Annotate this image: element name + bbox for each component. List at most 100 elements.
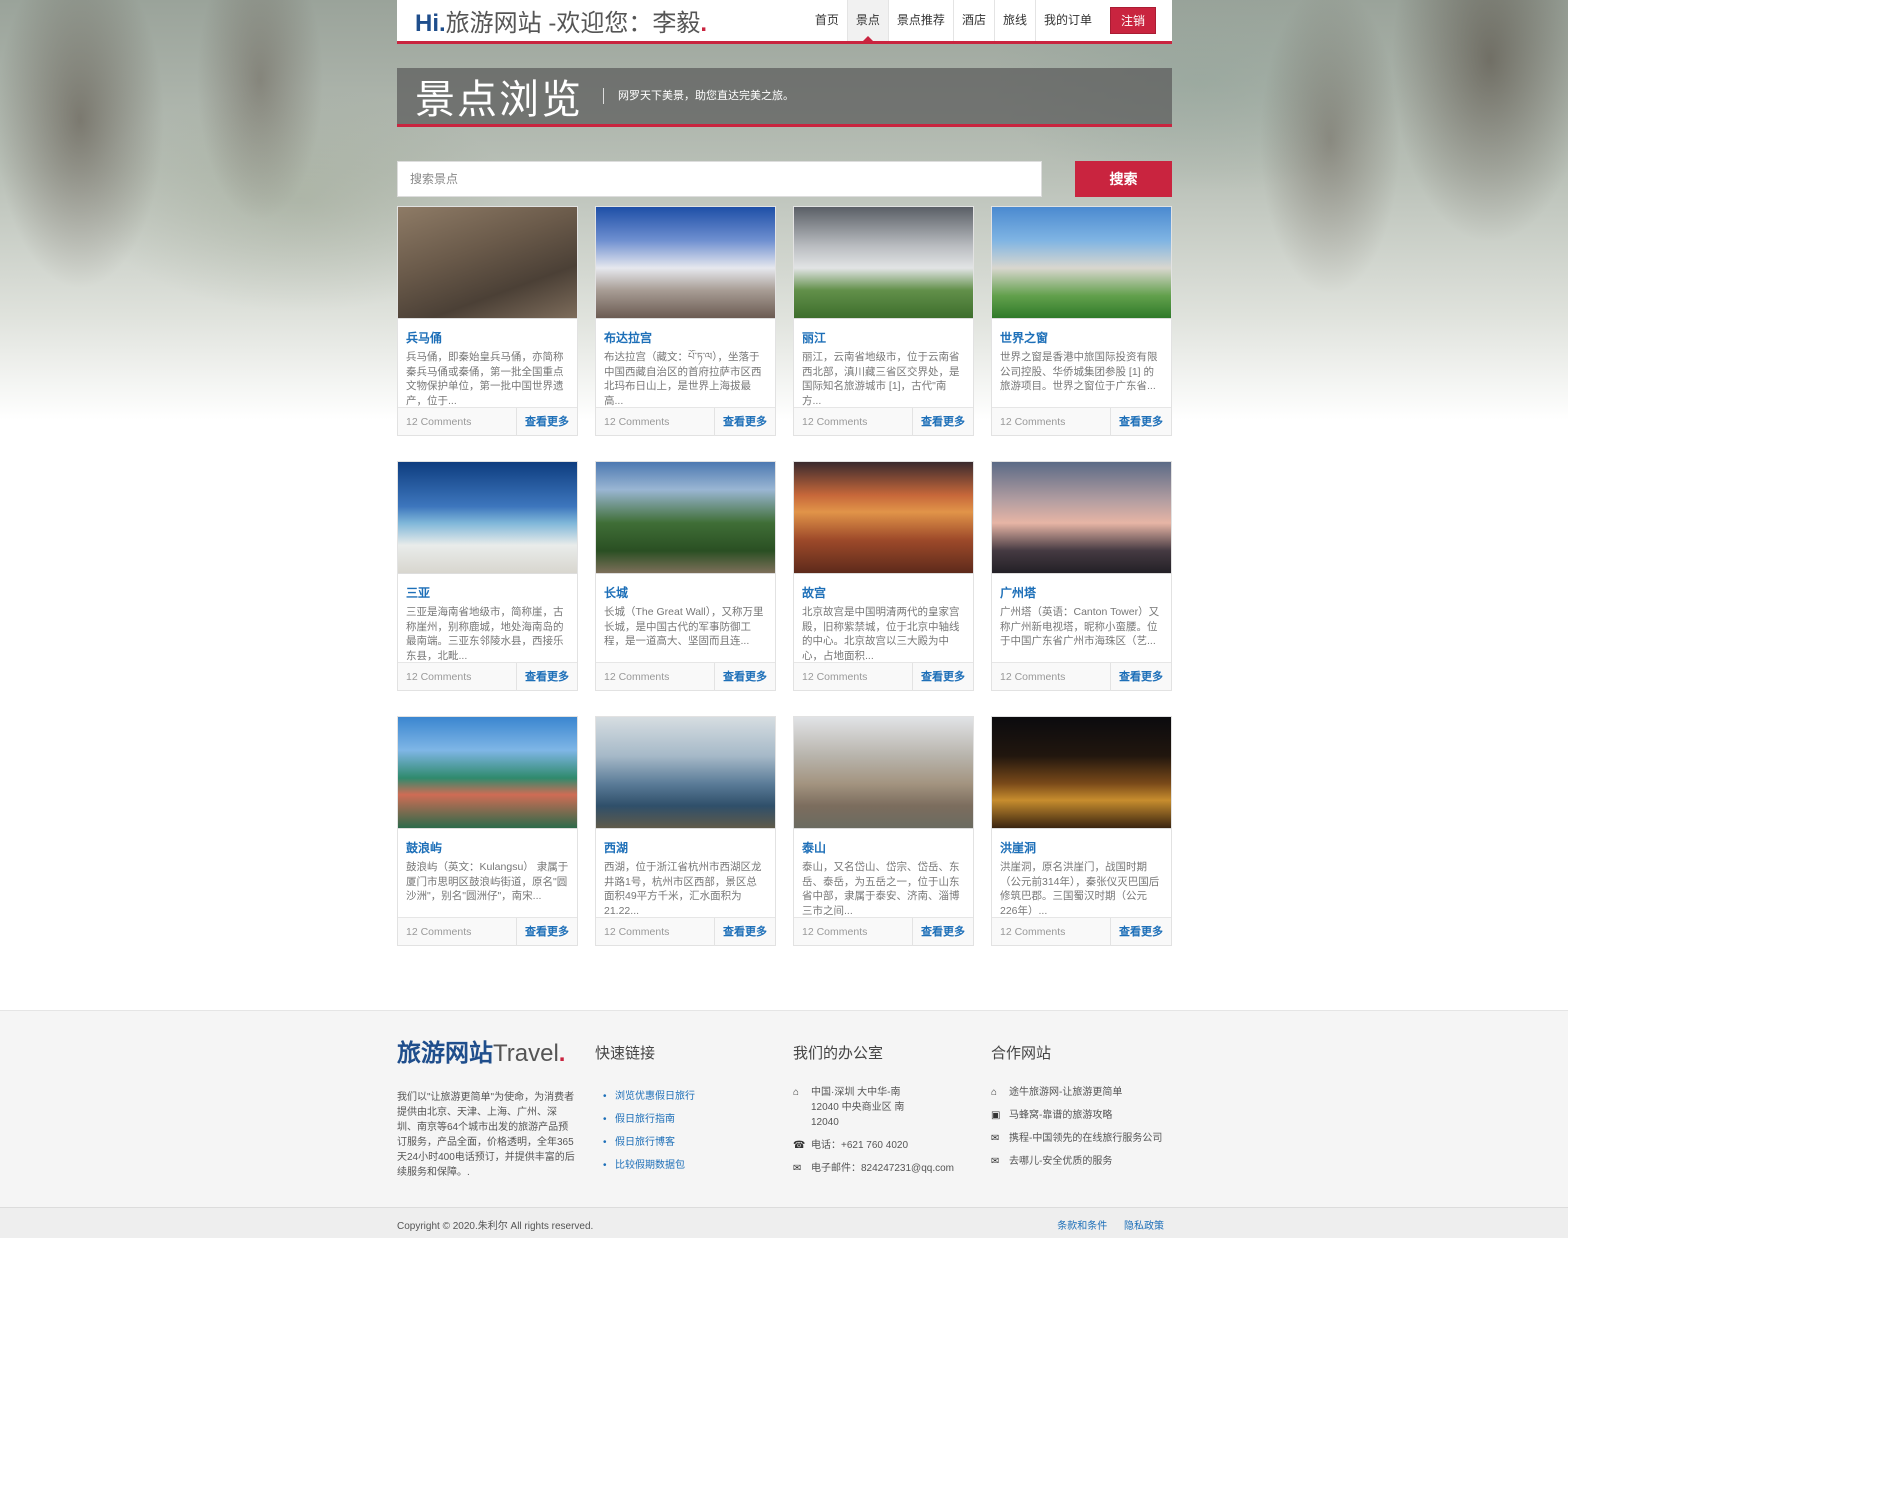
card-title[interactable]: 三亚 (398, 574, 577, 605)
canton-tower-image[interactable] (992, 462, 1171, 574)
partner-link-text[interactable]: 携程-中国领先的在线旅行服务公司 (1009, 1131, 1162, 1146)
comment-count[interactable]: 12 Comments (992, 926, 1065, 938)
comment-count[interactable]: 12 Comments (398, 671, 471, 683)
card-footer: 12 Comments 查看更多 (794, 407, 973, 436)
card-description: 鼓浪屿（英文：Kulangsu） 隶属于厦门市思明区鼓浪屿街道，原名"圆沙洲"，… (406, 861, 569, 902)
partner-link[interactable]: ▣ 马蜂窝-靠谱的旅游攻略 (991, 1108, 1172, 1123)
gulangyu-image[interactable] (398, 717, 577, 829)
comment-count[interactable]: 12 Comments (596, 926, 669, 938)
comment-count[interactable]: 12 Comments (992, 416, 1065, 428)
potala-palace-image[interactable] (596, 207, 775, 319)
privacy-link[interactable]: 隐私政策 (1124, 1221, 1164, 1232)
terracotta-warriors-image[interactable] (398, 207, 577, 319)
card-title[interactable]: 丽江 (794, 319, 973, 350)
view-more-link[interactable]: 查看更多 (912, 407, 973, 436)
office-heading: 我们的办公室 (793, 1045, 884, 1062)
attraction-card: 三亚 三亚是海南省地级市，简称崖，古称崖州，别称鹿城，地处海南岛的最南端。三亚东… (397, 461, 578, 691)
card-footer: 12 Comments 查看更多 (992, 407, 1171, 436)
quick-link[interactable]: 浏览优惠假日旅行 (595, 1085, 793, 1108)
nav-my-orders[interactable]: 我的订单 (1034, 0, 1100, 41)
card-footer: 12 Comments 查看更多 (596, 662, 775, 691)
quick-link[interactable]: 假日旅行指南 (595, 1108, 793, 1131)
office-address: ⌂ 中国·深圳 大中华-南12040 中央商业区 南12040 (793, 1085, 991, 1130)
office-address-text: 中国·深圳 大中华-南12040 中央商业区 南12040 (811, 1087, 905, 1128)
view-more-link[interactable]: 查看更多 (516, 407, 577, 436)
card-title[interactable]: 广州塔 (992, 574, 1171, 605)
view-more-link[interactable]: 查看更多 (516, 662, 577, 691)
card-footer: 12 Comments 查看更多 (992, 917, 1171, 946)
card-title[interactable]: 故宫 (794, 574, 973, 605)
view-more-link[interactable]: 查看更多 (912, 662, 973, 691)
bottom-bar: Copyright © 2020.朱利尔 All rights reserved… (0, 1207, 1568, 1238)
partner-link-text[interactable]: 去哪儿-安全优质的服务 (1009, 1154, 1112, 1169)
card-title[interactable]: 西湖 (596, 829, 775, 860)
nav-home[interactable]: 首页 (807, 0, 847, 41)
card-title[interactable]: 长城 (596, 574, 775, 605)
attraction-card: 布达拉宫 布达拉宫（藏文：པོ་ཏ་ལ），坐落于中国西藏自治区的首府拉萨市区西北… (595, 206, 776, 436)
card-title[interactable]: 泰山 (794, 829, 973, 860)
phone-icon: ☎ (793, 1140, 806, 1151)
site-brand[interactable]: Hi.旅游网站 -欢迎您：李毅. (397, 3, 707, 38)
footer-partners-column: 合作网站 ⌂ 途牛旅游网-让旅游更简单 ▣ 马蜂窝-靠谱的旅游攻略 ✉ 携程-中… (991, 1033, 1172, 1184)
attraction-grid: 兵马俑 兵马俑，即秦始皇兵马俑，亦简称秦兵马俑或秦俑，第一批全国重点文物保护单位… (397, 206, 1172, 946)
great-wall-image[interactable] (596, 462, 775, 574)
comment-count[interactable]: 12 Comments (398, 416, 471, 428)
comment-count[interactable]: 12 Comments (794, 416, 867, 428)
comment-count[interactable]: 12 Comments (794, 671, 867, 683)
card-title[interactable]: 世界之窗 (992, 319, 1171, 350)
attraction-card: 丽江 丽江，云南省地级市，位于云南省西北部，滇川藏三省区交界处，是国际知名旅游城… (793, 206, 974, 436)
search-bar: 搜索 (397, 161, 1172, 197)
hongyadong-image[interactable] (992, 717, 1171, 829)
terms-link[interactable]: 条款和条件 (1057, 1221, 1107, 1232)
brand-dot: . (700, 10, 708, 37)
home-icon: ⌂ (991, 1087, 998, 1098)
card-title[interactable]: 布达拉宫 (596, 319, 775, 350)
card-description: 世界之窗是香港中旅国际投资有限公司控股、华侨城集团参股 [1] 的旅游项目。世界… (1000, 351, 1158, 392)
partner-link[interactable]: ✉ 去哪儿-安全优质的服务 (991, 1154, 1172, 1169)
comment-count[interactable]: 12 Comments (596, 416, 669, 428)
partner-link-text[interactable]: 马蜂窝-靠谱的旅游攻略 (1009, 1108, 1112, 1123)
comment-count[interactable]: 12 Comments (794, 926, 867, 938)
view-more-link[interactable]: 查看更多 (516, 917, 577, 946)
forbidden-city-image[interactable] (794, 462, 973, 574)
west-lake-image[interactable] (596, 717, 775, 829)
mount-tai-image[interactable] (794, 717, 973, 829)
card-title[interactable]: 兵马俑 (398, 319, 577, 350)
view-more-link[interactable]: 查看更多 (1110, 407, 1171, 436)
nav-hotels[interactable]: 酒店 (952, 0, 994, 41)
view-more-link[interactable]: 查看更多 (1110, 662, 1171, 691)
card-title[interactable]: 洪崖洞 (992, 829, 1171, 860)
card-footer: 12 Comments 查看更多 (398, 662, 577, 691)
card-footer: 12 Comments 查看更多 (596, 917, 775, 946)
view-more-link[interactable]: 查看更多 (714, 662, 775, 691)
sanya-beach-image[interactable] (398, 462, 577, 574)
partner-link[interactable]: ⌂ 途牛旅游网-让旅游更简单 (991, 1085, 1172, 1100)
page-header: 景点浏览 网罗天下美景，助您直达完美之旅。 (397, 68, 1172, 127)
card-title[interactable]: 鼓浪屿 (398, 829, 577, 860)
partner-link-text[interactable]: 途牛旅游网-让旅游更简单 (1009, 1085, 1122, 1100)
card-footer: 12 Comments 查看更多 (398, 917, 577, 946)
comment-count[interactable]: 12 Comments (992, 671, 1065, 683)
comment-count[interactable]: 12 Comments (398, 926, 471, 938)
office-phone-text: 电话：+621 760 4020 (811, 1140, 909, 1151)
partner-link[interactable]: ✉ 携程-中国领先的在线旅行服务公司 (991, 1131, 1172, 1146)
card-footer: 12 Comments 查看更多 (794, 662, 973, 691)
nav-recommended[interactable]: 景点推荐 (887, 0, 953, 41)
view-more-link[interactable]: 查看更多 (714, 407, 775, 436)
window-of-the-world-image[interactable] (992, 207, 1171, 319)
search-input[interactable] (397, 161, 1042, 197)
view-more-link[interactable]: 查看更多 (912, 917, 973, 946)
footer-logo[interactable]: 旅游网站Travel. (397, 1033, 595, 1068)
view-more-link[interactable]: 查看更多 (714, 917, 775, 946)
nav-routes[interactable]: 旅线 (993, 0, 1035, 41)
view-more-link[interactable]: 查看更多 (1110, 917, 1171, 946)
search-button[interactable]: 搜索 (1075, 161, 1172, 197)
page-title: 景点浏览 (415, 78, 583, 122)
quick-link[interactable]: 假日旅行博客 (595, 1131, 793, 1154)
nav-attractions[interactable]: 景点 (846, 0, 888, 41)
quick-links-heading: 快速链接 (595, 1045, 656, 1062)
quick-link[interactable]: 比较假期数据包 (595, 1154, 793, 1177)
lijiang-image[interactable] (794, 207, 973, 319)
logout-button[interactable]: 注销 (1109, 7, 1156, 34)
comment-count[interactable]: 12 Comments (596, 671, 669, 683)
